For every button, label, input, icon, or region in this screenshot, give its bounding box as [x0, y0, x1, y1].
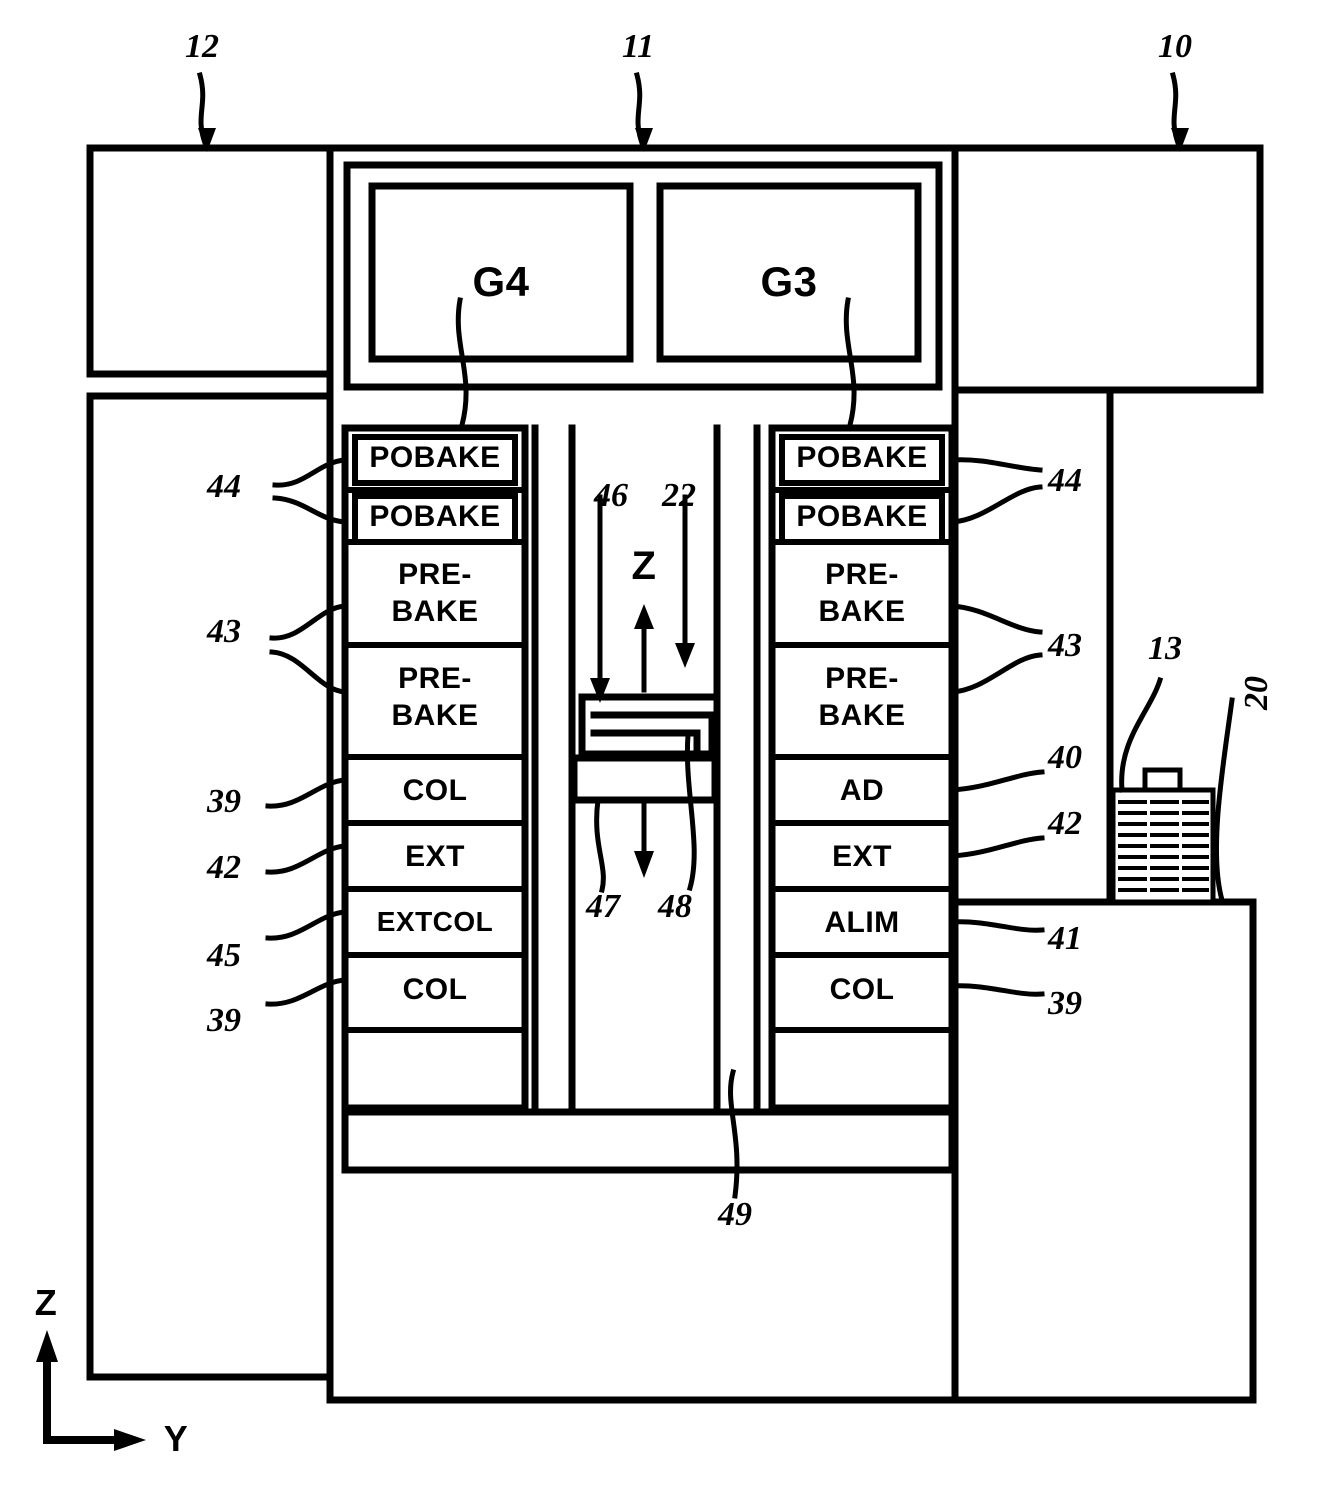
stage-20-outline	[951, 898, 1257, 1404]
module-left-2-label: POBAKE	[369, 500, 501, 533]
module-right-6-label: EXT	[832, 840, 892, 873]
ref-left-39-b: 39	[207, 1002, 241, 1039]
module-left-4-label-line1: PRE-	[398, 662, 472, 695]
carrier-13	[1110, 767, 1216, 905]
module-right-4-label-line2: BAKE	[818, 699, 906, 732]
ref-10: 10	[1158, 28, 1192, 65]
ref-left-39-a: 39	[207, 783, 241, 820]
ref-left-42: 42	[207, 849, 241, 886]
module-right-4-label-line1: PRE-	[825, 662, 899, 695]
module-left-3-label-line1: PRE-	[398, 558, 472, 591]
ref-11: 11	[622, 28, 655, 65]
module-left-5-label: COL	[402, 774, 468, 807]
ref-left-45: 45	[207, 937, 241, 974]
ref-20: 20	[1238, 676, 1275, 710]
ref-right-40: 40	[1048, 739, 1082, 776]
right-unit-outline	[951, 144, 1264, 394]
module-right-3-label-line1: PRE-	[825, 558, 899, 591]
axis-z-label: Z	[34, 1282, 58, 1323]
module-right-2-label: POBAKE	[796, 500, 928, 533]
ref-right-44: 44	[1048, 462, 1082, 499]
ref-46: 46	[594, 477, 628, 514]
ref-48: 48	[658, 888, 692, 925]
transport-arm	[570, 693, 719, 804]
module-right-1-label: POBAKE	[796, 441, 928, 474]
ref-left-43: 43	[207, 613, 241, 650]
module-right-3-label-line2: BAKE	[818, 595, 906, 628]
module-left-6-label: EXT	[405, 840, 465, 873]
module-right-5-label: AD	[839, 774, 885, 807]
module-right-8-label: COL	[829, 973, 895, 1006]
module-left-7-label: EXTCOL	[376, 906, 494, 937]
center-lane	[531, 424, 761, 1112]
patent-figure: G4 G3 POBAKE POBAKE PRE- BAKE PRE- BAKE …	[0, 0, 1336, 1487]
ref-right-41: 41	[1048, 920, 1082, 957]
g4-label: G4	[472, 258, 530, 305]
module-left-1-label: POBAKE	[369, 441, 501, 474]
ref-47: 47	[586, 888, 620, 925]
ref-left-44: 44	[207, 468, 241, 505]
ref-right-42: 42	[1048, 805, 1082, 842]
module-left-4-label-line2: BAKE	[391, 699, 479, 732]
module-left-8-label: COL	[402, 973, 468, 1006]
ref-22: 22	[662, 477, 696, 514]
figure-linework	[36, 71, 1264, 1451]
ref-12: 12	[185, 28, 219, 65]
module-right-7-label: ALIM	[824, 906, 900, 939]
ref-49: 49	[718, 1196, 752, 1233]
ref-right-39: 39	[1048, 985, 1082, 1022]
z-transport-label: Z	[631, 544, 657, 588]
g3-label: G3	[760, 258, 818, 305]
ref-right-43: 43	[1048, 627, 1082, 664]
left-unit-outline	[86, 144, 334, 1381]
module-left-3-label-line2: BAKE	[391, 595, 479, 628]
ref-13: 13	[1148, 630, 1182, 667]
bottom-beam	[341, 1108, 956, 1174]
axis-y-label: Y	[163, 1418, 189, 1459]
